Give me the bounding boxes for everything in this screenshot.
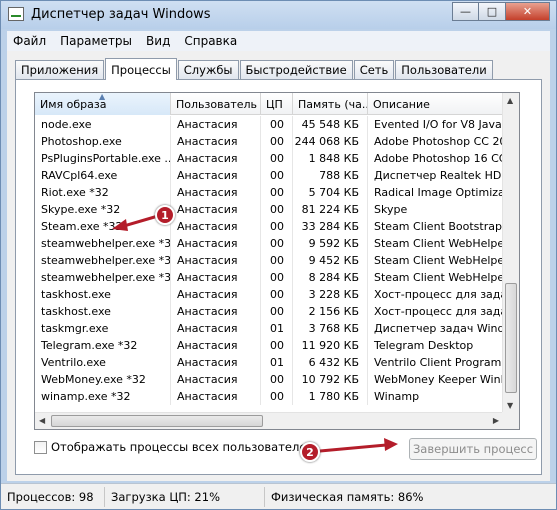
arrow-2-icon — [318, 438, 398, 453]
tab-processes[interactable]: Процессы — [105, 58, 177, 80]
annotation-badge-2: 2 — [300, 442, 320, 462]
arrow-1-icon — [112, 214, 160, 231]
annotation-badge-1: 1 — [155, 205, 175, 225]
annotation-arrows — [112, 214, 398, 453]
